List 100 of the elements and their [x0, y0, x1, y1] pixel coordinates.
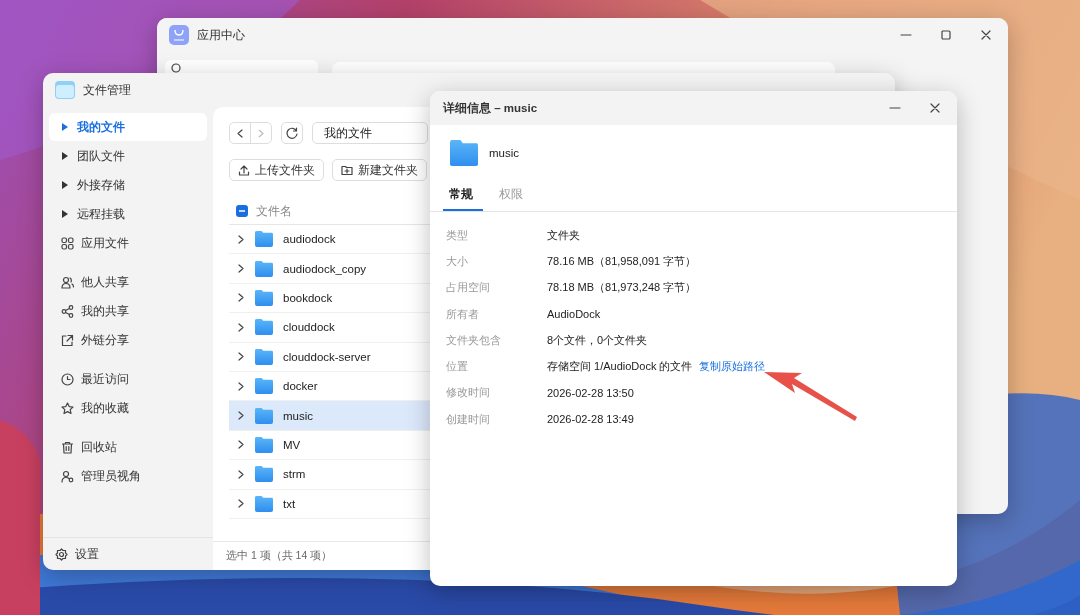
people-icon: [61, 275, 74, 289]
expand-chevron-icon[interactable]: [237, 234, 245, 244]
expand-chevron-icon[interactable]: [237, 469, 245, 479]
file-row[interactable]: strm: [229, 460, 430, 490]
expand-chevron-icon[interactable]: [237, 293, 245, 303]
file-row[interactable]: txt: [229, 489, 430, 519]
sidebar-item[interactable]: 我的文件: [49, 113, 207, 141]
expand-arrow-icon[interactable]: [61, 210, 68, 218]
file-row[interactable]: audiodock_copy: [229, 254, 430, 284]
file-name: clouddock-server: [283, 350, 371, 363]
folder-icon: [55, 81, 75, 99]
file-row[interactable]: MV: [229, 430, 430, 461]
property-value: 存储空间 1/AudioDock 的文件: [547, 359, 693, 375]
sidebar-item[interactable]: 远程挂载: [49, 200, 207, 228]
sidebar-item[interactable]: 外链分享: [49, 326, 207, 354]
sidebar-item[interactable]: 团队文件: [49, 142, 207, 170]
file-name: audiodock: [283, 233, 336, 246]
file-name: bookdock: [283, 291, 333, 304]
clock-icon: [61, 372, 74, 386]
window-title: 文件管理: [83, 81, 131, 99]
file-row[interactable]: clouddock-server: [229, 342, 430, 372]
chevron-left-icon: [237, 128, 243, 138]
property-label: 占用空间: [446, 280, 491, 296]
tab[interactable]: 常规: [443, 181, 483, 211]
dialog-title: 详细信息 – music: [443, 100, 538, 116]
folder-icon: [254, 435, 274, 454]
property-value: AudioDock: [547, 308, 601, 321]
folder-icon: [254, 230, 274, 249]
refresh-icon: [286, 127, 298, 139]
file-name: strm: [283, 468, 306, 481]
refresh-button[interactable]: [281, 122, 303, 144]
expand-chevron-icon[interactable]: [237, 264, 245, 274]
expand-chevron-icon[interactable]: [237, 499, 245, 509]
external-link-icon: [61, 333, 74, 347]
expand-chevron-icon[interactable]: [237, 322, 245, 332]
sidebar-item[interactable]: 我的共享: [49, 297, 207, 325]
sidebar-item[interactable]: 外接存储: [49, 171, 207, 199]
property-value: 8个文件，0个文件夹: [547, 332, 648, 348]
property-label: 创建时间: [446, 411, 491, 427]
property-value: 文件夹: [547, 227, 580, 243]
file-row[interactable]: audiodock: [229, 225, 430, 255]
star-icon: [61, 401, 74, 415]
toolbar-button[interactable]: 上传文件夹: [229, 159, 324, 181]
close-icon[interactable]: [980, 29, 992, 41]
maximize-icon[interactable]: [940, 29, 952, 41]
folder-icon: [254, 406, 274, 425]
search-field[interactable]: [165, 60, 318, 73]
settings-icon: [55, 547, 68, 561]
column-header[interactable]: 文件名: [256, 202, 292, 220]
window-title: 应用中心: [197, 26, 245, 44]
property-value: 2026-02-28 13:50: [547, 386, 634, 399]
grid-icon: [61, 236, 74, 250]
close-icon[interactable]: [929, 102, 941, 114]
property-label: 修改时间: [446, 385, 491, 401]
file-name: clouddock: [283, 321, 335, 334]
folder-icon: [254, 377, 274, 396]
expand-chevron-icon[interactable]: [237, 381, 245, 391]
share-icon: [61, 304, 74, 318]
sidebar-item[interactable]: 回收站: [49, 433, 207, 461]
folder-icon: [254, 465, 274, 484]
property-label: 位置: [446, 359, 469, 375]
folder-icon: [254, 318, 274, 337]
expand-arrow-icon[interactable]: [61, 152, 68, 160]
copy-path-link[interactable]: 复制原始路径: [699, 359, 766, 375]
property-label: 大小: [446, 253, 469, 269]
folder-icon: [254, 494, 274, 513]
file-name: music: [489, 147, 520, 159]
expand-arrow-icon[interactable]: [61, 181, 68, 189]
file-name: txt: [283, 497, 296, 510]
file-name: MV: [283, 438, 301, 451]
upload-icon: [238, 164, 250, 176]
path-field[interactable]: 我的文件: [312, 122, 428, 144]
bag-icon: [169, 25, 189, 45]
folder-icon: [254, 347, 274, 366]
sidebar-item[interactable]: 管理员视角: [49, 462, 207, 490]
property-label: 类型: [446, 227, 469, 243]
file-row[interactable]: clouddock: [229, 313, 430, 343]
sidebar-item[interactable]: 他人共享: [49, 268, 207, 296]
property-value: 2026-02-28 13:49: [547, 413, 634, 426]
file-name: audiodock_copy: [283, 262, 367, 275]
sidebar-item[interactable]: 最近访问: [49, 365, 207, 393]
property-value: 78.18 MB（81,973,248 字节）: [547, 280, 697, 296]
file-row[interactable]: bookdock: [229, 283, 430, 314]
admin-icon: [61, 469, 74, 483]
expand-chevron-icon[interactable]: [237, 352, 245, 362]
file-name: music: [283, 409, 314, 422]
toolbar-button[interactable]: 新建文件夹: [332, 159, 427, 181]
file-name: docker: [283, 380, 318, 393]
property-value: 78.16 MB（81,958,091 字节）: [547, 253, 697, 269]
chevron-right-icon: [258, 128, 264, 138]
trash-icon: [61, 440, 74, 454]
folder-icon: [449, 139, 479, 167]
sidebar-item[interactable]: 应用文件: [49, 229, 207, 257]
property-label: 所有者: [446, 306, 480, 322]
sidebar-item[interactable]: 我的收藏: [49, 394, 207, 422]
select-all-checkbox[interactable]: [236, 205, 248, 217]
folder-icon: [254, 259, 274, 278]
expand-chevron-icon[interactable]: [237, 411, 245, 421]
file-row[interactable]: music: [229, 401, 430, 431]
expand-chevron-icon[interactable]: [237, 440, 245, 450]
